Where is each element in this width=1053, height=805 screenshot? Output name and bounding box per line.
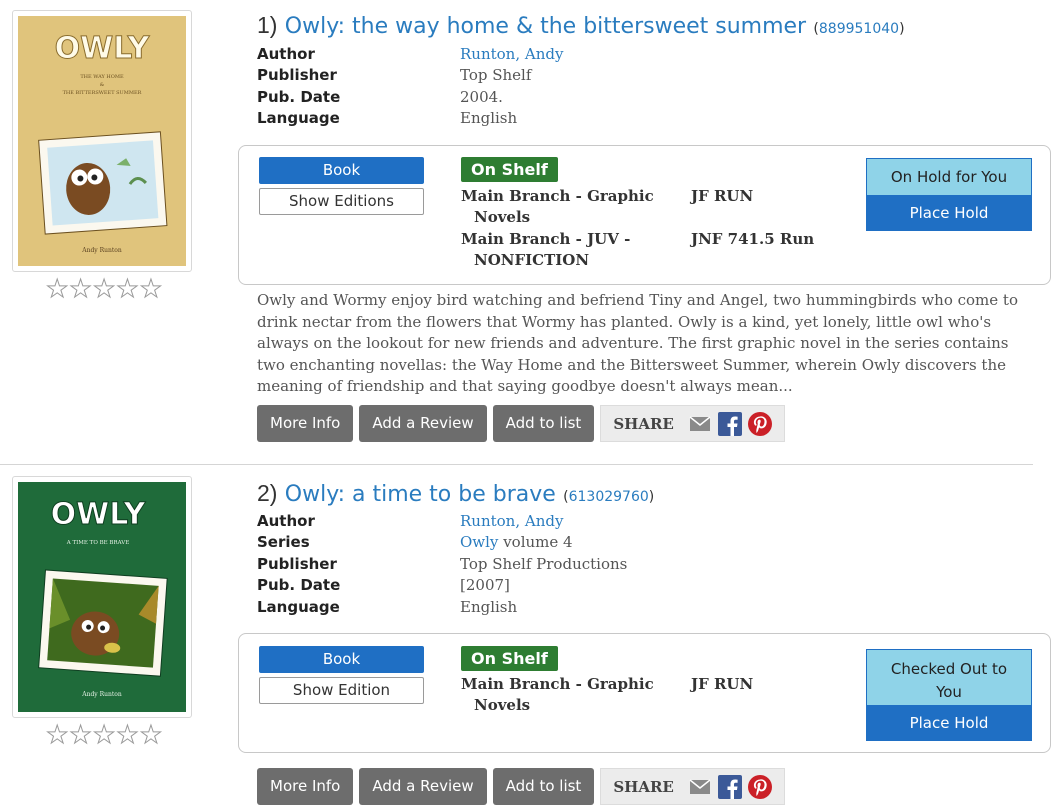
pinterest-icon[interactable] [747,774,772,799]
format-button[interactable]: Book [259,646,424,673]
meta-label: Publisher [257,554,337,573]
action-bar: More Info Add a Review Add to list SHARE [257,405,785,442]
share-label: SHARE [613,777,674,796]
email-icon[interactable] [688,412,712,436]
star-icon[interactable]: ★ [69,722,92,748]
metadata-list: Author Runton, Andy Publisher Top Shelf Pu… [257,43,563,129]
meta-label: Language [257,109,340,128]
result-title-line: 2) Owly: a time to be brave (613029760) [257,480,655,507]
author-link[interactable]: Runton, Andy [460,512,563,530]
rating-stars[interactable]: ★ ★ ★ ★ ★ [45,722,162,748]
meta-label: Pub. Date [257,576,341,595]
star-icon[interactable]: ★ [92,722,115,748]
svg-text:&: & [100,82,105,88]
cover-art: OWLY THE WAY HOME & THE BITTERSWEET SUMM… [18,16,186,266]
cover-author: Andy Runton [81,247,122,254]
add-to-list-button[interactable]: Add to list [492,768,595,805]
location-line: Novels [474,696,531,714]
star-icon[interactable]: ★ [92,276,115,302]
call-number: JF RUN [691,675,754,693]
oclc-link[interactable]: 889951040 [819,21,899,37]
meta-value: English [460,109,518,128]
cover-title: OWLY [51,497,147,532]
book-cover-image[interactable]: OWLY THE WAY HOME & THE BITTERSWEET SUMM… [18,16,186,266]
email-icon[interactable] [688,775,712,799]
cover-frame[interactable]: OWLY A TIME TO BE BRAVE Andy Runton [12,476,192,718]
call-number: JNF 741.5 Run [691,230,815,248]
location-line: Main Branch - JUV - [461,230,631,248]
hold-status: On Hold for You [866,158,1032,195]
series-link[interactable]: Owly [460,533,498,551]
title-link[interactable]: Owly: the way home & the bittersweet sum… [285,14,806,39]
cover-art: OWLY A TIME TO BE BRAVE Andy Runton [18,482,186,712]
meta-value: Top Shelf Productions [460,554,628,573]
location-line: Main Branch - Graphic [461,675,654,693]
call-number: JF RUN [691,187,754,205]
more-info-button[interactable]: More Info [257,768,354,805]
star-icon[interactable]: ★ [45,722,68,748]
star-icon[interactable]: ★ [69,276,92,302]
meta-value: [2007] [460,576,510,595]
format-button[interactable]: Book [259,157,424,184]
share-panel: SHARE [600,405,785,442]
svg-text:A TIME TO BE BRAVE: A TIME TO BE BRAVE [66,540,130,546]
location-line: NONFICTION [474,251,590,269]
svg-text:THE WAY HOME: THE WAY HOME [80,74,124,80]
show-edition-button[interactable]: Show Edition [259,677,424,704]
availability-box: Book Show Editions On Shelf Main Branch … [238,145,1051,285]
location: Main Branch - Graphic Novels [461,186,654,228]
star-icon[interactable]: ★ [45,276,68,302]
availability-box: Book Show Edition On Shelf Main Branch -… [238,633,1051,753]
on-shelf-badge: On Shelf [461,157,558,182]
title-link[interactable]: Owly: a time to be brave [285,482,556,507]
place-hold-button[interactable]: Place Hold [866,195,1032,231]
meta-label: Language [257,597,340,616]
star-icon[interactable]: ★ [116,276,139,302]
star-icon[interactable]: ★ [139,276,162,302]
star-icon[interactable]: ★ [116,722,139,748]
star-icon[interactable]: ★ [139,722,162,748]
meta-label: Series [257,533,310,552]
meta-label: Author [257,44,315,63]
rating-stars[interactable]: ★ ★ ★ ★ ★ [45,276,162,302]
add-to-list-button[interactable]: Add to list [492,405,595,442]
oclc-link[interactable]: 613029760 [569,489,649,505]
location-line: Main Branch - Graphic [461,187,654,205]
location: Main Branch - JUV - NONFICTION [461,229,630,271]
more-info-button[interactable]: More Info [257,405,354,442]
metadata-list: Author Runton, Andy Series Owly volume 4 P… [257,510,627,618]
book-cover-image[interactable]: OWLY A TIME TO BE BRAVE Andy Runton [18,482,186,712]
author-link[interactable]: Runton, Andy [460,45,563,63]
meta-value: Top Shelf [460,66,532,85]
result-index: 2) [257,480,278,506]
cover-title: OWLY [55,31,151,66]
meta-label: Publisher [257,66,337,85]
location: Main Branch - Graphic Novels [461,674,654,716]
facebook-icon[interactable] [717,774,742,799]
location-line: Novels [474,208,531,226]
cover-author: Andy Runton [81,691,122,698]
on-shelf-badge: On Shelf [461,646,558,671]
meta-label: Author [257,511,315,530]
meta-label: Pub. Date [257,87,341,106]
action-bar: More Info Add a Review Add to list SHARE [257,768,785,805]
add-review-button[interactable]: Add a Review [359,405,487,442]
summary-text: Owly and Wormy enjoy bird watching and b… [257,291,1018,395]
pinterest-icon[interactable] [747,411,772,436]
share-panel: SHARE [600,768,785,805]
series-volume: volume 4 [498,533,573,552]
show-editions-button[interactable]: Show Editions [259,188,424,215]
result-index: 1) [257,12,278,38]
svg-text:THE BITTERSWEET SUMMER: THE BITTERSWEET SUMMER [63,90,142,96]
cover-frame[interactable]: OWLY THE WAY HOME & THE BITTERSWEET SUMM… [12,10,192,272]
result-divider [0,464,1033,465]
meta-value: English [460,597,518,616]
facebook-icon[interactable] [717,411,742,436]
hold-status: Checked Out to You [866,649,1032,705]
meta-value: 2004. [460,87,503,106]
result-title-line: 1) Owly: the way home & the bittersweet … [257,12,905,39]
add-review-button[interactable]: Add a Review [359,768,487,805]
share-label: SHARE [613,414,674,433]
place-hold-button[interactable]: Place Hold [866,705,1032,741]
